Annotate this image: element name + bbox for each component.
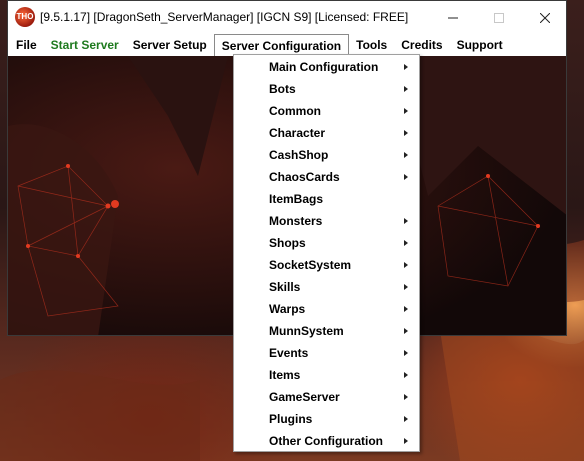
menu-server-setup[interactable]: Server Setup — [126, 34, 214, 56]
submenu-arrow-icon — [404, 350, 408, 356]
app-logo-icon: THO — [15, 7, 35, 27]
minimize-button[interactable] — [430, 1, 476, 34]
menu-item-label: MunnSystem — [269, 324, 344, 338]
menu-item-label: Events — [269, 346, 309, 360]
menu-item-label: Other Configuration — [269, 434, 383, 448]
maximize-icon — [494, 12, 504, 23]
menu-item-cashshop[interactable]: CashShop — [234, 144, 419, 166]
menu-credits[interactable]: Credits — [394, 34, 449, 56]
menu-item-label: CashShop — [269, 148, 329, 162]
submenu-arrow-icon — [404, 438, 408, 444]
menu-server-configuration[interactable]: Server Configuration — [213, 34, 350, 56]
menu-item-label: Shops — [269, 236, 306, 250]
menu-item-label: Main Configuration — [269, 60, 379, 74]
menu-start-server[interactable]: Start Server — [44, 34, 126, 56]
menu-item-label: Bots — [269, 82, 296, 96]
menu-item-label: GameServer — [269, 390, 340, 404]
submenu-arrow-icon — [404, 86, 408, 92]
submenu-arrow-icon — [404, 372, 408, 378]
close-button[interactable] — [522, 1, 568, 34]
submenu-arrow-icon — [404, 262, 408, 268]
menu-item-common[interactable]: Common — [234, 100, 419, 122]
menu-item-items[interactable]: Items — [234, 364, 419, 386]
menu-item-label: Items — [269, 368, 301, 382]
submenu-arrow-icon — [404, 64, 408, 70]
submenu-arrow-icon — [404, 130, 408, 136]
menu-item-plugins[interactable]: Plugins — [234, 408, 419, 430]
submenu-arrow-icon — [404, 108, 408, 114]
menu-item-bots[interactable]: Bots — [234, 78, 419, 100]
submenu-arrow-icon — [404, 306, 408, 312]
menu-item-monsters[interactable]: Monsters — [234, 210, 419, 232]
menu-item-socketsystem[interactable]: SocketSystem — [234, 254, 419, 276]
menu-item-label: Skills — [269, 280, 301, 294]
menu-item-other-configuration[interactable]: Other Configuration — [234, 430, 419, 452]
menu-item-label: Warps — [269, 302, 306, 316]
menu-item-label: Common — [269, 104, 321, 118]
menu-item-chaoscards[interactable]: ChaosCards — [234, 166, 419, 188]
submenu-arrow-icon — [404, 218, 408, 224]
window-title: [9.5.1.17] [DragonSeth_ServerManager] [I… — [40, 10, 409, 24]
menu-item-label: ChaosCards — [269, 170, 340, 184]
menu-item-skills[interactable]: Skills — [234, 276, 419, 298]
menu-item-shops[interactable]: Shops — [234, 232, 419, 254]
submenu-arrow-icon — [404, 152, 408, 158]
server-configuration-dropdown: Main Configuration Bots Common Character… — [233, 54, 420, 452]
menu-item-munnsystem[interactable]: MunnSystem — [234, 320, 419, 342]
menu-item-character[interactable]: Character — [234, 122, 419, 144]
menu-bar: File Start Server Server Setup Server Co… — [8, 34, 566, 56]
close-icon — [540, 12, 550, 23]
menu-item-main-configuration[interactable]: Main Configuration — [234, 56, 419, 78]
menu-item-itembags[interactable]: ItemBags — [234, 188, 419, 210]
menu-item-label: Character — [269, 126, 326, 140]
menu-tools[interactable]: Tools — [349, 34, 394, 56]
submenu-arrow-icon — [404, 328, 408, 334]
menu-item-label: ItemBags — [269, 192, 324, 206]
menu-item-label: Plugins — [269, 412, 313, 426]
menu-item-label: SocketSystem — [269, 258, 352, 272]
submenu-arrow-icon — [404, 416, 408, 422]
menu-support[interactable]: Support — [450, 34, 510, 56]
submenu-arrow-icon — [404, 240, 408, 246]
minimize-icon — [448, 17, 458, 18]
submenu-arrow-icon — [404, 284, 408, 290]
title-bar[interactable]: THO [9.5.1.17] [DragonSeth_ServerManager… — [8, 1, 566, 34]
submenu-arrow-icon — [404, 394, 408, 400]
submenu-arrow-icon — [404, 174, 408, 180]
menu-item-label: Monsters — [269, 214, 323, 228]
maximize-button[interactable] — [476, 1, 522, 34]
menu-item-events[interactable]: Events — [234, 342, 419, 364]
menu-item-warps[interactable]: Warps — [234, 298, 419, 320]
menu-item-gameserver[interactable]: GameServer — [234, 386, 419, 408]
menu-file[interactable]: File — [8, 34, 44, 56]
